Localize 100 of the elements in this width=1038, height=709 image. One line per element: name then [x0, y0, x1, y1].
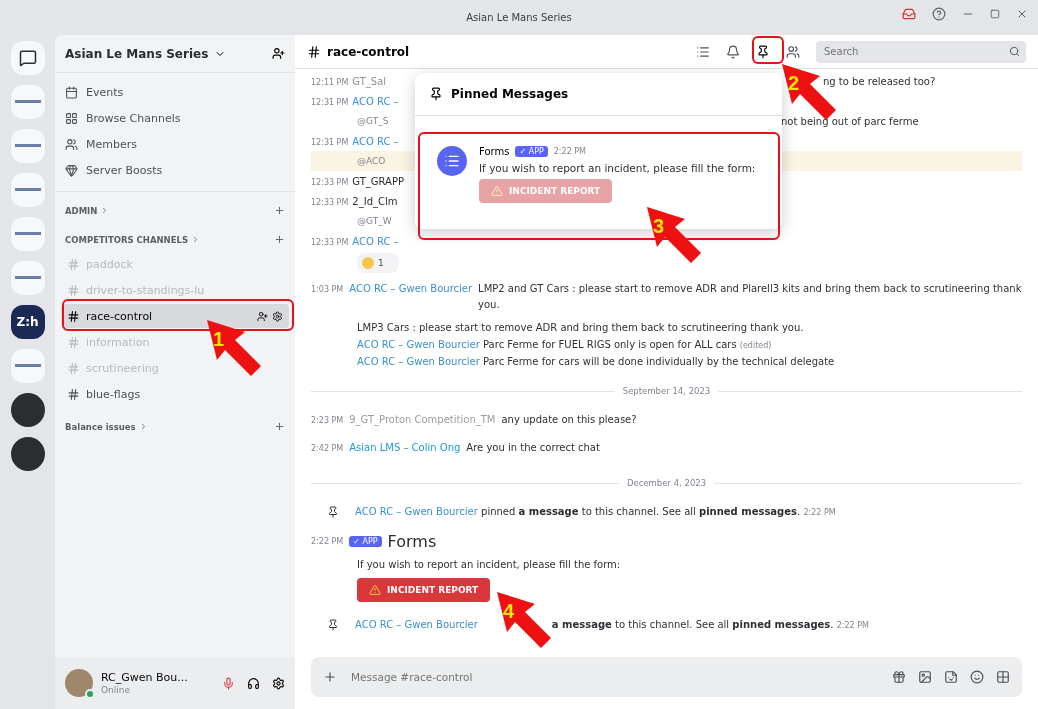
headphones-icon[interactable]	[247, 676, 260, 690]
app-tag: ✓ APP	[515, 146, 548, 157]
home-icon[interactable]	[10, 41, 45, 75]
message-time: 12:31 PM	[311, 137, 349, 147]
message-text: If you wish to report an incident, please fill the form:	[479, 162, 756, 174]
message-time: 12:33 PM	[311, 177, 349, 187]
nav-item[interactable]: Server Boosts	[55, 157, 295, 183]
message-text: If you wish to report an incident, please fill the form:	[357, 559, 622, 570]
author-name[interactable]: ACO RC – Gwen Bourcier	[349, 281, 473, 297]
muted-mic-icon[interactable]	[222, 676, 235, 690]
pin-icon	[429, 87, 443, 101]
settings-icon[interactable]	[272, 676, 285, 690]
nav-item[interactable]: Browse Channels	[55, 105, 295, 131]
message-input[interactable]: Message #race-control	[349, 670, 880, 684]
hash-icon	[307, 44, 321, 59]
message-text: Are you in the correct chat	[466, 441, 601, 455]
search-field[interactable]: Search	[822, 45, 1009, 58]
channel-item[interactable]: race-control	[61, 304, 289, 328]
sticker-icon[interactable]	[944, 670, 958, 684]
avatar[interactable]	[65, 669, 93, 697]
message-time: 2:22 PM	[553, 147, 586, 156]
add-icon[interactable]	[274, 205, 285, 216]
message-time: 12:31 PM	[311, 97, 349, 107]
pin-icon	[327, 506, 339, 518]
hash-icon	[67, 257, 80, 271]
message-composer[interactable]: Message #race-control	[311, 657, 1022, 697]
author-name[interactable]: ACO RC –	[352, 135, 399, 147]
message-time: 2:22 PM	[311, 537, 344, 546]
author-name[interactable]: ACO RC – Gwen Bourcier	[357, 356, 480, 367]
author-name[interactable]: Forms	[387, 532, 437, 551]
warning-icon	[369, 584, 381, 596]
nav-item[interactable]: Members	[55, 131, 295, 157]
threads-icon[interactable]	[696, 44, 710, 59]
server-name[interactable]: Asian Le Mans Series	[65, 46, 209, 61]
author-name[interactable]: Asian LMS – Colin Ong	[349, 440, 461, 456]
warning-icon	[491, 185, 503, 197]
app-tag: ✓ APP	[349, 536, 382, 547]
pin-icon	[327, 619, 339, 631]
message-text: LMP3 Cars : please start to remove ADR and bring them back to scrutineering thank you.	[357, 322, 805, 333]
members-icon[interactable]	[786, 44, 800, 59]
emoji-icon	[362, 257, 374, 269]
message-time: 12:33 PM	[311, 237, 349, 247]
incident-report-button[interactable]: INCIDENT REPORT	[357, 578, 491, 602]
channel-title: race-control	[327, 44, 410, 59]
user-status: Online	[101, 685, 132, 695]
category-label[interactable]: COMPETITORS CHANNELS	[65, 234, 189, 245]
message-text: not being out of parc ferme	[781, 115, 919, 127]
author-name[interactable]: Forms	[479, 146, 510, 157]
message-time: 2:22 PM	[836, 621, 869, 630]
edited-label: (edited)	[739, 341, 772, 350]
author-name[interactable]: ACO RC – Gwen Bourcier	[355, 619, 478, 630]
add-icon[interactable]	[323, 670, 337, 684]
hash-icon	[67, 335, 80, 349]
category-label[interactable]: ADMIN	[65, 205, 98, 216]
message-text: Parc Ferme for cars will be done individually by the technical delegate	[483, 356, 835, 367]
author-name[interactable]: GT_Sal	[352, 75, 387, 87]
step-number: 2	[788, 72, 800, 95]
help-icon[interactable]	[932, 7, 946, 21]
author-name[interactable]: ACO RC – Gwen Bourcier	[357, 339, 480, 350]
date-divider: September 14, 2023	[622, 386, 711, 396]
author-name[interactable]: 9_GT_Proton Competition_TM	[349, 412, 496, 428]
nav-item[interactable]: Events	[55, 79, 295, 105]
maximize-icon[interactable]	[990, 9, 1000, 19]
bell-icon[interactable]	[726, 44, 740, 59]
inbox-icon[interactable]	[902, 7, 916, 21]
apps-icon[interactable]	[996, 670, 1010, 684]
hash-icon	[67, 387, 80, 401]
step-number: 3	[653, 215, 665, 238]
search-bar[interactable]: Search	[816, 40, 1026, 63]
author-name[interactable]: ACO RC – Gwen Bourcier	[355, 506, 478, 517]
server-icon[interactable]	[10, 437, 45, 471]
category-label[interactable]: Balance issues	[65, 421, 136, 432]
step-number: 4	[503, 600, 515, 623]
incident-report-button[interactable]: INCIDENT REPORT	[479, 179, 613, 203]
invite-icon[interactable]	[257, 310, 268, 322]
settings-icon[interactable]	[272, 310, 283, 322]
emoji-icon[interactable]	[970, 670, 984, 684]
author-name[interactable]: ACO RC –	[352, 235, 399, 247]
channel-item[interactable]: blue-flags	[61, 382, 147, 406]
close-icon[interactable]	[1016, 8, 1028, 20]
message-text: pinned a message to this channel. See all pinned messages.	[481, 506, 801, 517]
image-icon[interactable]	[918, 670, 932, 684]
grid-icon	[65, 111, 78, 125]
author-name[interactable]: GT_GRAPP	[352, 175, 405, 187]
server-icon[interactable]: Z:h	[10, 305, 45, 339]
members-icon	[65, 137, 78, 151]
popup-title: Pinned Messages	[451, 87, 569, 101]
gift-icon[interactable]	[892, 670, 906, 684]
add-icon[interactable]	[274, 234, 285, 245]
message-time: 2:42 PM	[311, 443, 344, 455]
pin-icon[interactable]	[756, 44, 770, 59]
reaction-chip[interactable]: 1	[357, 253, 399, 273]
invite-icon[interactable]	[272, 47, 285, 60]
author-name[interactable]: ACO RC –	[352, 95, 399, 107]
server-icon[interactable]	[10, 393, 45, 427]
author-name[interactable]: 2_Id_Clm	[352, 195, 398, 207]
add-icon[interactable]	[274, 421, 285, 432]
message-text: LMP2 and GT Cars : please start to remove ADR and Plarell3 kits and bring them back to scrutineering thank you.	[478, 282, 1022, 312]
window-title: Asian Le Mans Series	[466, 12, 572, 23]
bot-avatar	[437, 146, 467, 176]
